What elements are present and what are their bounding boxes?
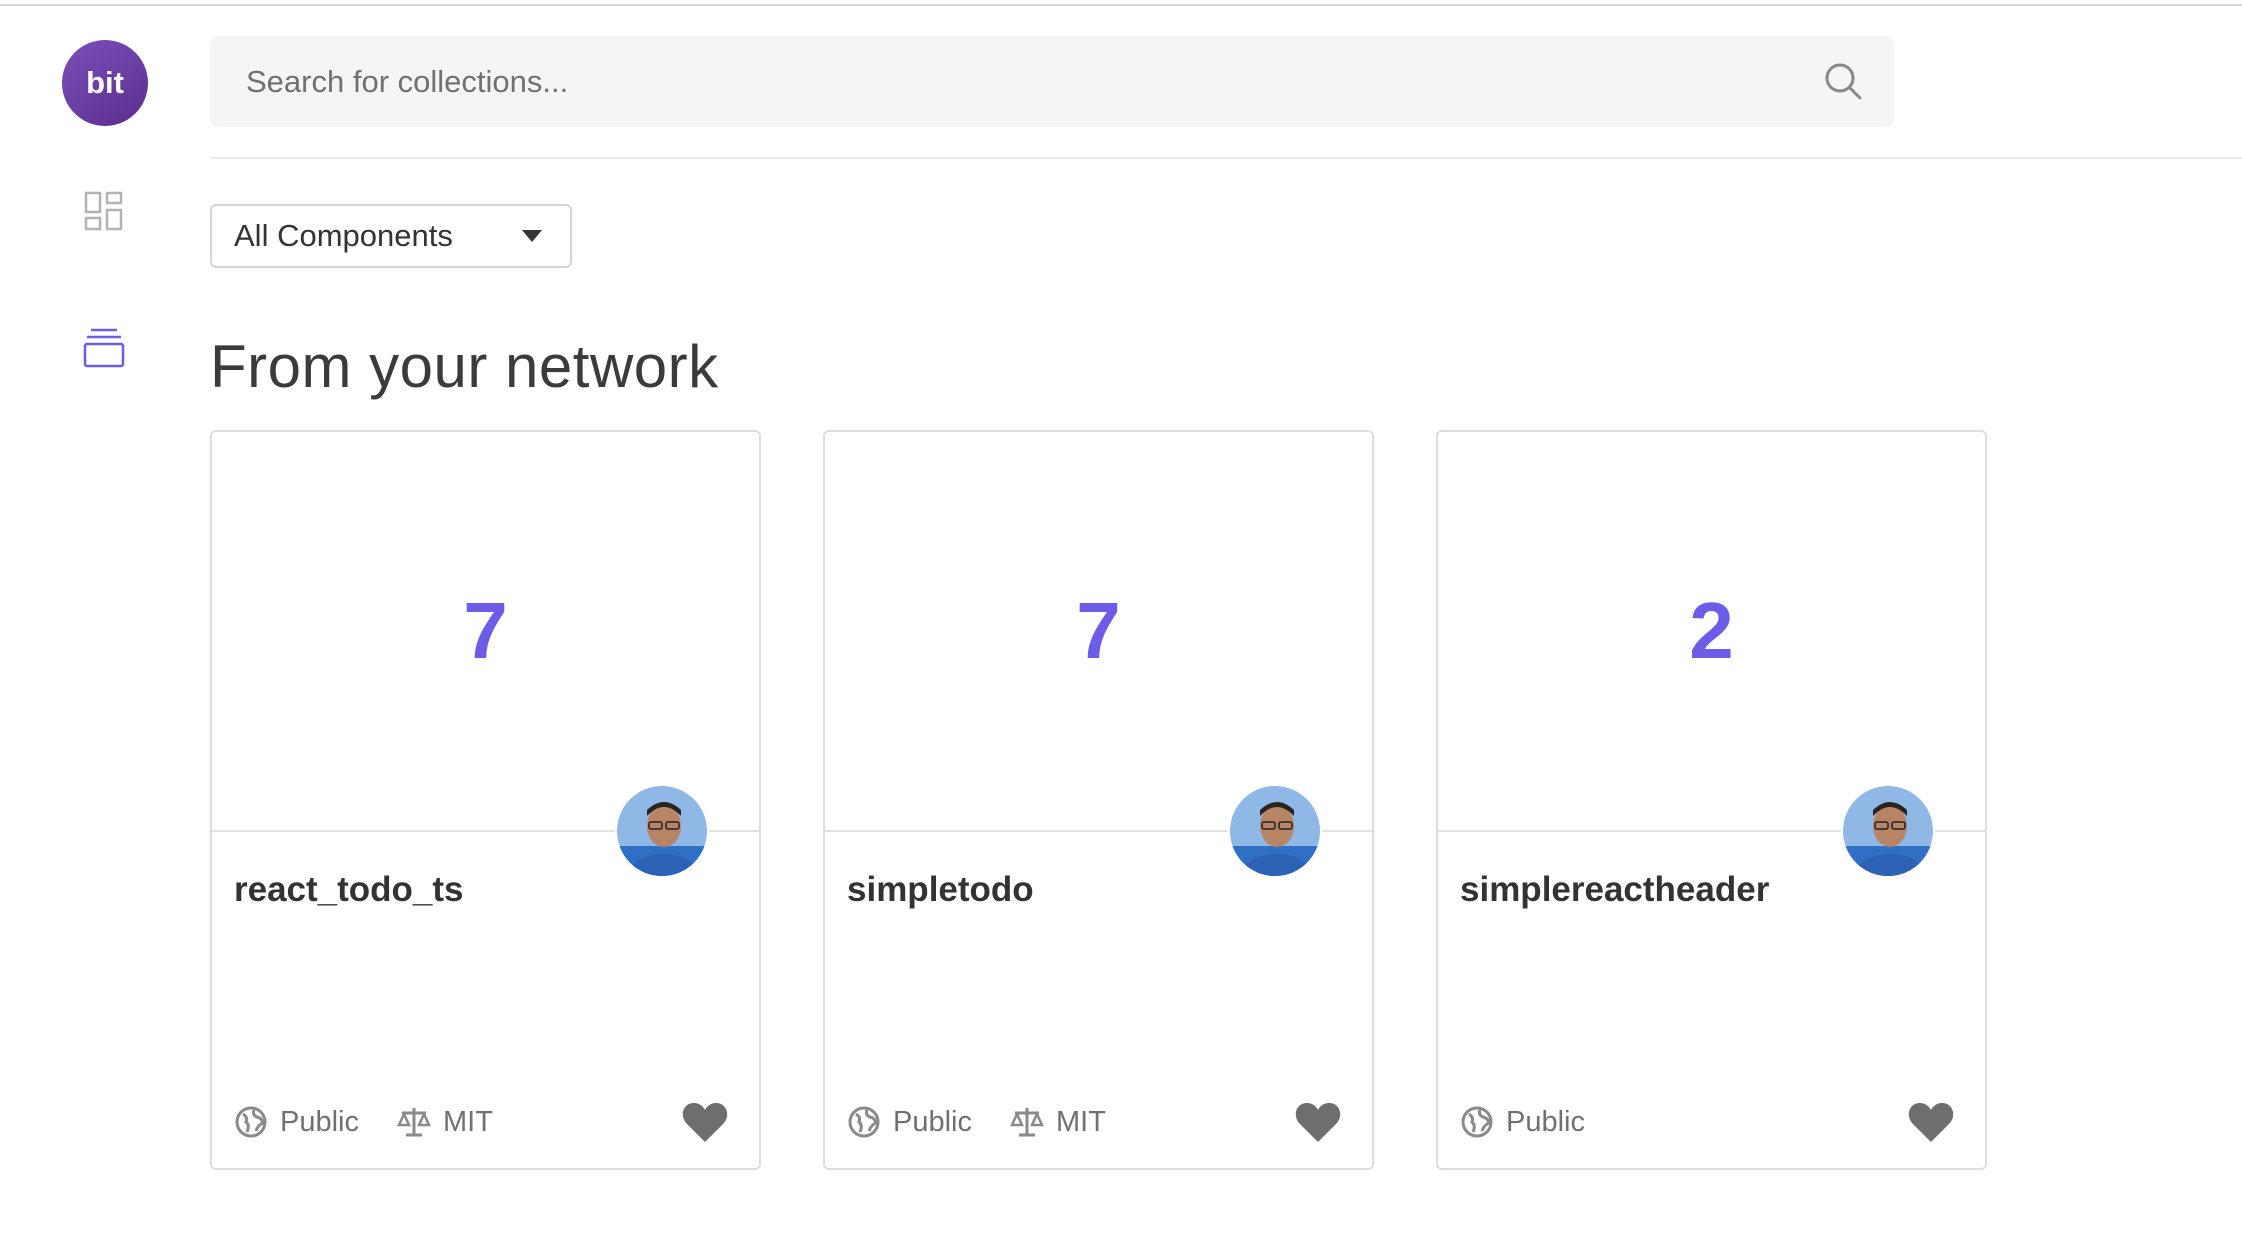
component-count: 7 <box>1076 586 1121 675</box>
collection-name: simpletodo <box>847 870 1034 909</box>
components-filter-dropdown[interactable]: All Components <box>210 204 572 268</box>
license-label: MIT <box>1056 1105 1106 1138</box>
license-meta: MIT <box>397 1105 493 1139</box>
visibility-label: Public <box>893 1105 972 1138</box>
search-input[interactable] <box>210 36 1770 127</box>
collection-card[interactable]: 7 react_todo_ts Public MIT <box>210 430 761 1170</box>
top-border <box>0 0 2242 6</box>
collection-name: simplereactheader <box>1460 870 1770 909</box>
license-label: MIT <box>443 1105 493 1138</box>
search-icon[interactable] <box>1822 60 1864 102</box>
sidebar: bit <box>0 0 210 1244</box>
bit-logo[interactable]: bit <box>62 40 148 126</box>
collections-icon[interactable] <box>83 327 125 369</box>
collection-name: react_todo_ts <box>234 870 464 909</box>
visibility-meta: Public <box>1460 1105 1585 1139</box>
heart-icon[interactable] <box>1907 1100 1955 1144</box>
collection-card[interactable]: 7 simpletodo Public MIT <box>823 430 1374 1170</box>
grid-icon[interactable] <box>83 190 125 232</box>
globe-icon <box>848 1106 880 1138</box>
avatar[interactable] <box>615 784 709 878</box>
card-footer: Public MIT <box>847 1100 1342 1144</box>
dropdown-selected-value: All Components <box>234 218 453 253</box>
card-preview: 7 <box>212 432 759 832</box>
globe-icon <box>1461 1106 1493 1138</box>
collection-card[interactable]: 2 simplereactheader Public <box>1436 430 1987 1170</box>
scale-icon <box>1010 1108 1044 1137</box>
component-count: 2 <box>1689 586 1734 675</box>
heart-icon[interactable] <box>681 1100 729 1144</box>
visibility-label: Public <box>1506 1105 1585 1138</box>
component-count: 7 <box>463 586 508 675</box>
scale-icon <box>397 1108 431 1137</box>
license-meta: MIT <box>1010 1105 1106 1139</box>
avatar[interactable] <box>1841 784 1935 878</box>
chevron-down-icon <box>522 230 542 242</box>
avatar[interactable] <box>1228 784 1322 878</box>
heart-icon[interactable] <box>1294 1100 1342 1144</box>
visibility-meta: Public <box>234 1105 359 1139</box>
card-preview: 2 <box>1438 432 1985 832</box>
card-preview: 7 <box>825 432 1372 832</box>
visibility-label: Public <box>280 1105 359 1138</box>
header-divider <box>210 157 2242 159</box>
visibility-meta: Public <box>847 1105 972 1139</box>
search-bar <box>210 36 1894 127</box>
globe-icon <box>235 1106 267 1138</box>
card-footer: Public MIT <box>234 1100 729 1144</box>
section-title: From your network <box>210 333 719 400</box>
card-footer: Public <box>1460 1100 1955 1144</box>
